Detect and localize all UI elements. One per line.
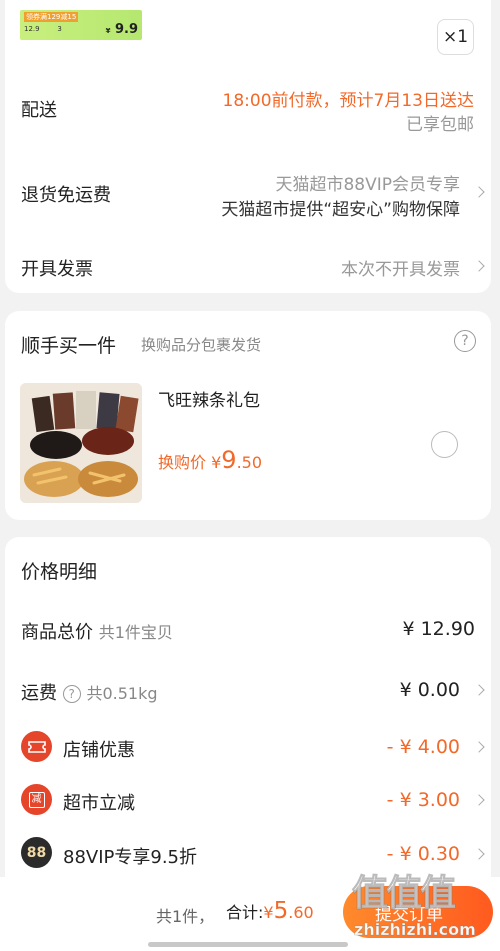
help-icon[interactable]: ?	[454, 330, 476, 352]
returns-label: 退货免运费	[21, 185, 111, 206]
submit-order-button[interactable]: 提交订单	[343, 886, 493, 938]
total-goods-label: 商品总价 共1件宝贝	[21, 622, 173, 643]
shipping-fee-amount[interactable]: ¥ 0.00	[400, 679, 460, 701]
thumb-price-hint: 12.9 3	[24, 25, 62, 33]
delivery-label: 配送	[21, 100, 57, 121]
vip-discount-label: 88VIP专享9.5折	[63, 847, 198, 868]
addon-price: 换购价 ¥9.50	[158, 446, 263, 474]
help-icon[interactable]: ?	[62, 685, 81, 703]
market-discount-icon: 减	[21, 784, 52, 815]
vip-88-icon: 88	[21, 837, 52, 868]
order-confirm-page: 领券满129减15 12.9 3 ¥ 9.9 ×1 配送 18:00前付款，预计…	[0, 0, 500, 951]
delivery-time: 18:00前付款，预计7月13日送达	[222, 91, 474, 111]
invoice-label: 开具发票	[21, 259, 93, 280]
product-thumbnail[interactable]: 领券满129减15 12.9 3 ¥ 9.9	[20, 10, 142, 40]
returns-line2[interactable]: 天猫超市提供“超安心”购物保障	[221, 195, 460, 220]
shipping-fee-label: 运费 ? 共0.51kg	[21, 683, 158, 704]
thumb-price: ¥ 9.9	[105, 22, 138, 37]
quantity-stepper[interactable]: ×1	[437, 19, 474, 55]
snack-pack-image-icon	[20, 383, 142, 503]
addon-product-image[interactable]	[20, 383, 142, 503]
store-discount-amount[interactable]: - ¥ 4.00	[387, 736, 460, 758]
invoice-value[interactable]: 本次不开具发票	[341, 255, 460, 280]
price-detail-card	[5, 537, 491, 877]
returns-line1[interactable]: 天猫超市88VIP会员专享	[275, 170, 460, 195]
coupon-icon	[21, 731, 52, 762]
thumb-promo: 领券满129减15	[24, 12, 79, 22]
item-count: 共1件，	[156, 907, 215, 926]
market-discount-label: 超市立减	[63, 793, 135, 814]
home-indicator[interactable]	[148, 942, 348, 947]
store-discount-label: 店铺优惠	[63, 740, 135, 761]
delivery-shipping: 已享包邮	[406, 115, 474, 135]
order-info-card	[5, 0, 491, 293]
order-total: 合计:¥5.60	[226, 898, 314, 924]
addon-product-name[interactable]: 飞旺辣条礼包	[158, 386, 260, 411]
addon-select-radio[interactable]	[431, 431, 458, 458]
addon-subtitle: 换购品分包裹发货	[141, 336, 262, 354]
addon-title: 顺手买一件	[21, 335, 117, 357]
total-goods-amount: ¥ 12.90	[402, 618, 475, 640]
market-discount-amount[interactable]: - ¥ 3.00	[387, 789, 460, 811]
vip-discount-amount[interactable]: - ¥ 0.30	[387, 843, 460, 865]
price-detail-title: 价格明细	[21, 561, 98, 583]
